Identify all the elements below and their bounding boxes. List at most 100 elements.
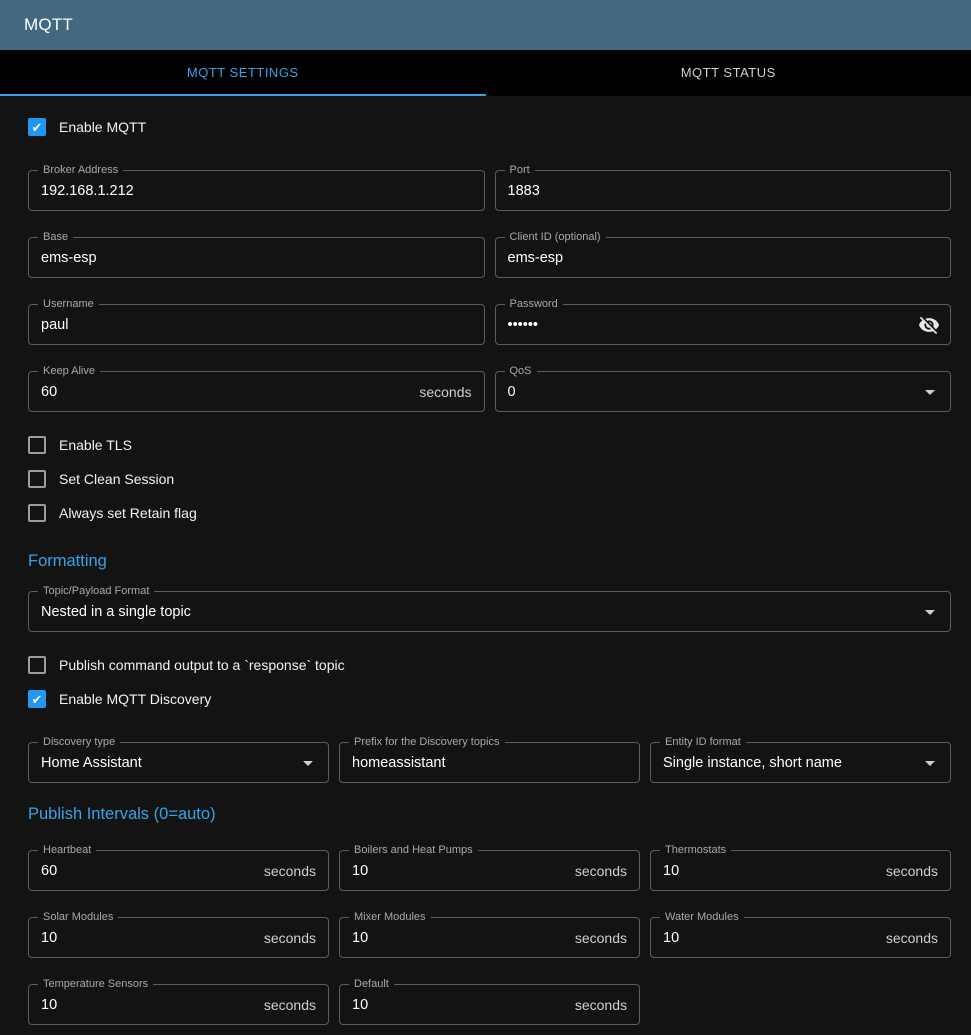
broker-address-input[interactable] [41, 183, 472, 199]
username-label: Username [38, 298, 99, 310]
tab-bar: MQTT SETTINGS MQTT STATUS [0, 50, 971, 96]
temperature-sensors-input[interactable] [41, 997, 256, 1013]
password-label: Password [505, 298, 563, 310]
keep-alive-unit: seconds [419, 384, 471, 400]
publish-response-checkbox[interactable] [28, 656, 46, 674]
password-input[interactable] [508, 317, 913, 333]
thermostats-input[interactable] [663, 863, 878, 879]
dropdown-arrow-icon [296, 751, 320, 775]
qos-select[interactable]: QoS 0 [495, 371, 952, 412]
dropdown-arrow-icon [918, 600, 942, 624]
retain-flag-checkbox[interactable] [28, 504, 46, 522]
boilers-unit: seconds [575, 863, 627, 879]
enable-discovery-checkbox-row[interactable]: Enable MQTT Discovery [28, 682, 951, 716]
temperature-sensors-field: Temperature Sensors seconds [28, 984, 329, 1025]
empty-spacer [650, 984, 951, 1025]
default-interval-unit: seconds [575, 997, 627, 1013]
water-unit: seconds [886, 930, 938, 946]
enable-tls-checkbox-row[interactable]: Enable TLS [28, 428, 951, 462]
enable-mqtt-checkbox-row[interactable]: Enable MQTT [28, 110, 951, 144]
default-interval-label: Default [349, 978, 394, 990]
clean-session-label: Set Clean Session [59, 471, 174, 487]
thermostats-unit: seconds [886, 863, 938, 879]
heartbeat-field: Heartbeat seconds [28, 850, 329, 891]
qos-value: 0 [508, 384, 913, 400]
boilers-input[interactable] [352, 863, 567, 879]
dropdown-arrow-icon [918, 380, 942, 404]
topic-format-value: Nested in a single topic [41, 604, 912, 620]
clean-session-checkbox[interactable] [28, 470, 46, 488]
mixer-input[interactable] [352, 930, 567, 946]
discovery-prefix-label: Prefix for the Discovery topics [349, 736, 505, 748]
default-interval-input[interactable] [352, 997, 567, 1013]
port-input[interactable] [508, 183, 939, 199]
boilers-label: Boilers and Heat Pumps [349, 844, 478, 856]
discovery-prefix-field: Prefix for the Discovery topics [339, 742, 640, 783]
enable-discovery-checkbox[interactable] [28, 690, 46, 708]
heartbeat-input[interactable] [41, 863, 256, 879]
retain-flag-label: Always set Retain flag [59, 505, 197, 521]
topic-format-select[interactable]: Topic/Payload Format Nested in a single … [28, 591, 951, 632]
broker-address-label: Broker Address [38, 164, 123, 176]
temperature-sensors-label: Temperature Sensors [38, 978, 153, 990]
enable-tls-checkbox[interactable] [28, 436, 46, 454]
solar-label: Solar Modules [38, 911, 118, 923]
publish-response-label: Publish command output to a `response` t… [59, 657, 345, 673]
keep-alive-input[interactable] [41, 384, 411, 400]
client-id-label: Client ID (optional) [505, 231, 606, 243]
publish-intervals-heading: Publish Intervals (0=auto) [28, 805, 951, 824]
solar-field: Solar Modules seconds [28, 917, 329, 958]
tab-mqtt-settings[interactable]: MQTT SETTINGS [0, 50, 486, 96]
default-interval-field: Default seconds [339, 984, 640, 1025]
discovery-type-select[interactable]: Discovery type Home Assistant [28, 742, 329, 783]
formatting-heading: Formatting [28, 552, 951, 571]
solar-input[interactable] [41, 930, 256, 946]
publish-response-checkbox-row[interactable]: Publish command output to a `response` t… [28, 648, 951, 682]
mixer-unit: seconds [575, 930, 627, 946]
broker-address-field: Broker Address [28, 170, 485, 211]
heartbeat-label: Heartbeat [38, 844, 96, 856]
port-field: Port [495, 170, 952, 211]
enable-discovery-label: Enable MQTT Discovery [59, 691, 211, 707]
entity-format-label: Entity ID format [660, 736, 746, 748]
enable-mqtt-label: Enable MQTT [59, 119, 146, 135]
retain-flag-checkbox-row[interactable]: Always set Retain flag [28, 496, 951, 530]
port-label: Port [505, 164, 535, 176]
boilers-field: Boilers and Heat Pumps seconds [339, 850, 640, 891]
base-input[interactable] [41, 250, 472, 266]
tab-mqtt-status[interactable]: MQTT STATUS [486, 50, 971, 96]
page-title: MQTT [24, 15, 73, 35]
client-id-input[interactable] [508, 250, 939, 266]
keep-alive-field: Keep Alive seconds [28, 371, 485, 412]
base-label: Base [38, 231, 73, 243]
temperature-sensors-unit: seconds [264, 997, 316, 1013]
heartbeat-unit: seconds [264, 863, 316, 879]
water-input[interactable] [663, 930, 878, 946]
enable-tls-label: Enable TLS [59, 437, 132, 453]
water-field: Water Modules seconds [650, 917, 951, 958]
mixer-field: Mixer Modules seconds [339, 917, 640, 958]
thermostats-label: Thermostats [660, 844, 731, 856]
password-field: Password [495, 304, 952, 345]
clean-session-checkbox-row[interactable]: Set Clean Session [28, 462, 951, 496]
visibility-off-icon[interactable] [918, 314, 940, 336]
base-field: Base [28, 237, 485, 278]
discovery-type-value: Home Assistant [41, 755, 290, 771]
discovery-prefix-input[interactable] [352, 755, 627, 771]
entity-format-select[interactable]: Entity ID format Single instance, short … [650, 742, 951, 783]
topic-format-label: Topic/Payload Format [38, 585, 154, 597]
client-id-field: Client ID (optional) [495, 237, 952, 278]
discovery-type-label: Discovery type [38, 736, 120, 748]
thermostats-field: Thermostats seconds [650, 850, 951, 891]
username-input[interactable] [41, 317, 472, 333]
qos-label: QoS [505, 365, 537, 377]
entity-format-value: Single instance, short name [663, 755, 912, 771]
solar-unit: seconds [264, 930, 316, 946]
username-field: Username [28, 304, 485, 345]
dropdown-arrow-icon [918, 751, 942, 775]
app-header: MQTT [0, 0, 971, 50]
settings-form: Enable MQTT Broker Address Port Base Cli… [0, 96, 971, 1035]
water-label: Water Modules [660, 911, 744, 923]
enable-mqtt-checkbox[interactable] [28, 118, 46, 136]
keep-alive-label: Keep Alive [38, 365, 100, 377]
